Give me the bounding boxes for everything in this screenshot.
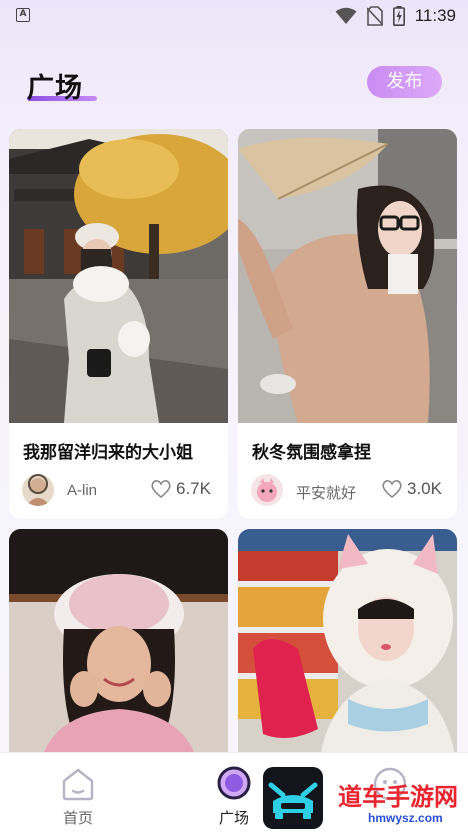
nav-item-home[interactable]: 首页 <box>38 753 118 832</box>
post-title: 秋冬氛围感拿捏 <box>252 443 371 463</box>
author-name[interactable]: A-lin <box>67 482 97 499</box>
post-image-1 <box>9 129 228 423</box>
author-avatar[interactable] <box>251 474 283 506</box>
post-image-4 <box>238 529 457 769</box>
post-image-3 <box>9 529 228 769</box>
watermark: 道车手游网 hmwysz.com <box>260 765 468 832</box>
post-card-3[interactable] <box>9 529 228 769</box>
post-card-2[interactable]: 秋冬氛围感拿捏 平安就好 3.0K <box>238 129 457 519</box>
car-logo-icon <box>268 782 318 819</box>
battery-charging-icon <box>392 6 405 26</box>
author-name[interactable]: 平安就好 <box>296 482 356 503</box>
author-avatar[interactable] <box>22 474 54 506</box>
post-card-1[interactable]: 我那留洋归来的大小姐 A-lin 6.7K <box>9 129 228 519</box>
watermark-text: 道车手游网 <box>338 783 458 811</box>
publish-button[interactable]: 发布 <box>367 66 442 98</box>
page-title: 广场 <box>27 73 83 104</box>
like-control[interactable]: 3.0K <box>381 479 442 499</box>
watermark-logo <box>263 767 323 829</box>
watermark-url: hmwysz.com <box>368 811 443 825</box>
status-bar: A 11:39 <box>0 0 468 32</box>
nav-label-home: 首页 <box>62 809 93 827</box>
plaza-circle-icon <box>217 766 251 800</box>
post-card-4[interactable] <box>238 529 457 769</box>
like-count: 6.7K <box>176 479 211 498</box>
home-icon <box>62 768 94 801</box>
no-sim-icon <box>366 6 383 26</box>
post-title: 我那留洋归来的大小姐 <box>23 443 193 463</box>
heart-icon <box>151 480 171 499</box>
status-time: 11:39 <box>414 6 456 25</box>
wifi-icon <box>335 7 357 24</box>
like-count: 3.0K <box>407 479 442 498</box>
heart-icon <box>382 480 402 499</box>
like-control[interactable]: 6.7K <box>150 479 211 499</box>
status-icons: 11:39 <box>335 5 456 27</box>
post-image-2 <box>238 129 457 423</box>
notification-a-icon: A <box>16 8 30 22</box>
